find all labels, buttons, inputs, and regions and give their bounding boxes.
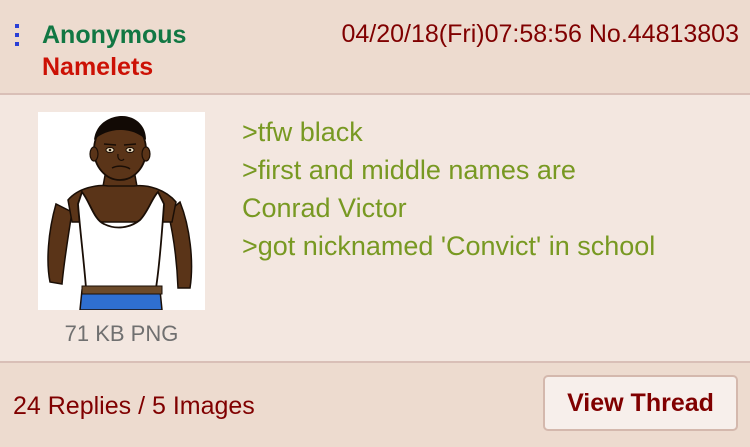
post-meta: 04/20/18(Fri)07:58:56 No.44813803 <box>341 19 739 49</box>
view-thread-button[interactable]: View Thread <box>543 375 738 431</box>
greentext-line: >got nicknamed 'Convict' in school <box>242 231 656 261</box>
post-body: 71 KB PNG >tfw black >first and middle n… <box>0 95 750 361</box>
post-number-link[interactable]: No.44813803 <box>589 20 739 48</box>
vertical-dots-icon[interactable] <box>13 24 21 50</box>
post-message: >tfw black >first and middle names are C… <box>242 113 655 265</box>
cartoon-man-image <box>47 116 193 310</box>
reply-count: 24 Replies / 5 Images <box>13 392 255 420</box>
post-header: Anonymous Namelets 04/20/18(Fri)07:58:56… <box>0 0 750 95</box>
greentext-line: >first and middle names are <box>242 155 576 185</box>
post-footer: 24 Replies / 5 Images View Thread <box>0 361 750 447</box>
post-thumbnail[interactable] <box>38 112 205 310</box>
file-info: 71 KB PNG <box>64 321 179 346</box>
poster-name: Anonymous <box>42 21 187 49</box>
post-datetime: 04/20/18(Fri)07:58:56 <box>341 20 582 48</box>
post-subject: Namelets <box>42 53 154 81</box>
message-line: Conrad Victor <box>242 193 407 223</box>
greentext-line: >tfw black <box>242 117 363 147</box>
thread-card: Anonymous Namelets 04/20/18(Fri)07:58:56… <box>0 0 750 447</box>
